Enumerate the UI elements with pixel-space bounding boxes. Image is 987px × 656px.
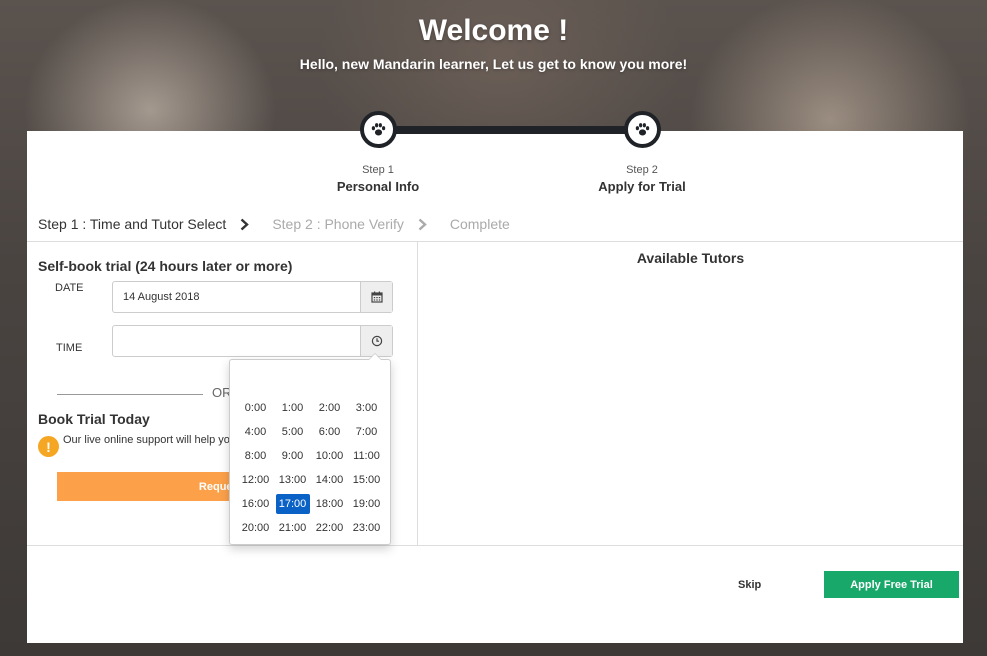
time-option[interactable]: 2:00 (313, 398, 347, 418)
paw-icon (635, 123, 650, 136)
time-option[interactable]: 18:00 (313, 494, 347, 514)
paw-icon (371, 123, 386, 136)
time-option[interactable]: 1:00 (276, 398, 310, 418)
chevron-right-icon (240, 218, 260, 231)
date-field[interactable]: 14 August 2018 (112, 281, 393, 313)
onboarding-card (27, 131, 963, 643)
column-divider (417, 241, 418, 546)
time-option[interactable]: 5:00 (276, 422, 310, 442)
breadcrumb-complete[interactable]: Complete (450, 216, 510, 232)
time-field[interactable] (112, 325, 393, 357)
breadcrumb: Step 1 : Time and Tutor Select Step 2 : … (38, 216, 510, 232)
time-option[interactable]: 12:00 (239, 470, 273, 490)
request-trial-button[interactable]: Request Trial (57, 472, 232, 501)
time-label: TIME (56, 342, 83, 354)
welcome-subtitle: Hello, new Mandarin learner, Let us get … (299, 56, 688, 72)
time-option[interactable]: 6:00 (313, 422, 347, 442)
step-2-indicator (624, 111, 661, 148)
step-1-label: Personal Info (336, 179, 420, 194)
book-today-title: Book Trial Today (38, 411, 150, 427)
divider (27, 241, 963, 242)
time-picker-popup: 0:00 1:00 2:00 3:00 4:00 5:00 6:00 7:00 8:00 9:00… (229, 353, 391, 545)
time-option[interactable]: 7:00 (350, 422, 384, 442)
divider (27, 545, 963, 546)
step-2-label: Apply for Trial (598, 179, 686, 194)
date-label: DATE (55, 282, 84, 294)
time-option[interactable]: 23:00 (350, 518, 384, 538)
breadcrumb-phone-verify[interactable]: Step 2 : Phone Verify (272, 216, 404, 232)
time-option[interactable]: 8:00 (239, 446, 273, 466)
time-value[interactable] (113, 326, 360, 356)
time-option[interactable]: 13:00 (276, 470, 310, 490)
time-option[interactable]: 15:00 (350, 470, 384, 490)
calendar-icon[interactable] (360, 282, 392, 312)
support-info-text: Our live online support will help you (63, 434, 233, 446)
time-option[interactable]: 14:00 (313, 470, 347, 490)
step-1-caption: Step 1 Personal Info (298, 164, 458, 194)
step-1-indicator (360, 111, 397, 148)
time-option[interactable]: 20:00 (239, 518, 273, 538)
apply-free-trial-button[interactable]: Apply Free Trial (824, 571, 959, 598)
time-option[interactable]: 11:00 (350, 446, 384, 466)
request-trial-label: Request Trial (198, 480, 232, 493)
chevron-right-icon (418, 218, 438, 231)
time-option[interactable]: 0:00 (239, 398, 273, 418)
time-option[interactable]: 22:00 (313, 518, 347, 538)
or-divider-line (57, 394, 203, 395)
time-option[interactable]: 21:00 (276, 518, 310, 538)
step-progress-line (378, 126, 644, 134)
time-option[interactable]: 4:00 (239, 422, 273, 442)
step-2-caption: Step 2 Apply for Trial (562, 164, 722, 194)
info-icon: ! (38, 436, 59, 457)
time-option[interactable]: 10:00 (313, 446, 347, 466)
time-grid: 0:00 1:00 2:00 3:00 4:00 5:00 6:00 7:00 8:00 9:00… (237, 396, 385, 540)
time-option[interactable]: 17:00 (275, 494, 310, 514)
time-option[interactable]: 19:00 (350, 494, 384, 514)
available-tutors-title: Available Tutors (636, 250, 745, 266)
welcome-title: Welcome ! (418, 14, 569, 47)
time-option[interactable]: 9:00 (276, 446, 310, 466)
step-1-number: Step 1 (362, 164, 394, 176)
breadcrumb-time-tutor[interactable]: Step 1 : Time and Tutor Select (38, 216, 226, 232)
clock-icon[interactable] (360, 326, 392, 356)
date-value[interactable]: 14 August 2018 (113, 282, 360, 312)
time-option[interactable]: 3:00 (350, 398, 384, 418)
step-2-number: Step 2 (626, 164, 658, 176)
self-book-title: Self-book trial (24 hours later or more) (38, 258, 293, 274)
skip-button[interactable]: Skip (738, 579, 761, 591)
time-option[interactable]: 16:00 (239, 494, 273, 514)
